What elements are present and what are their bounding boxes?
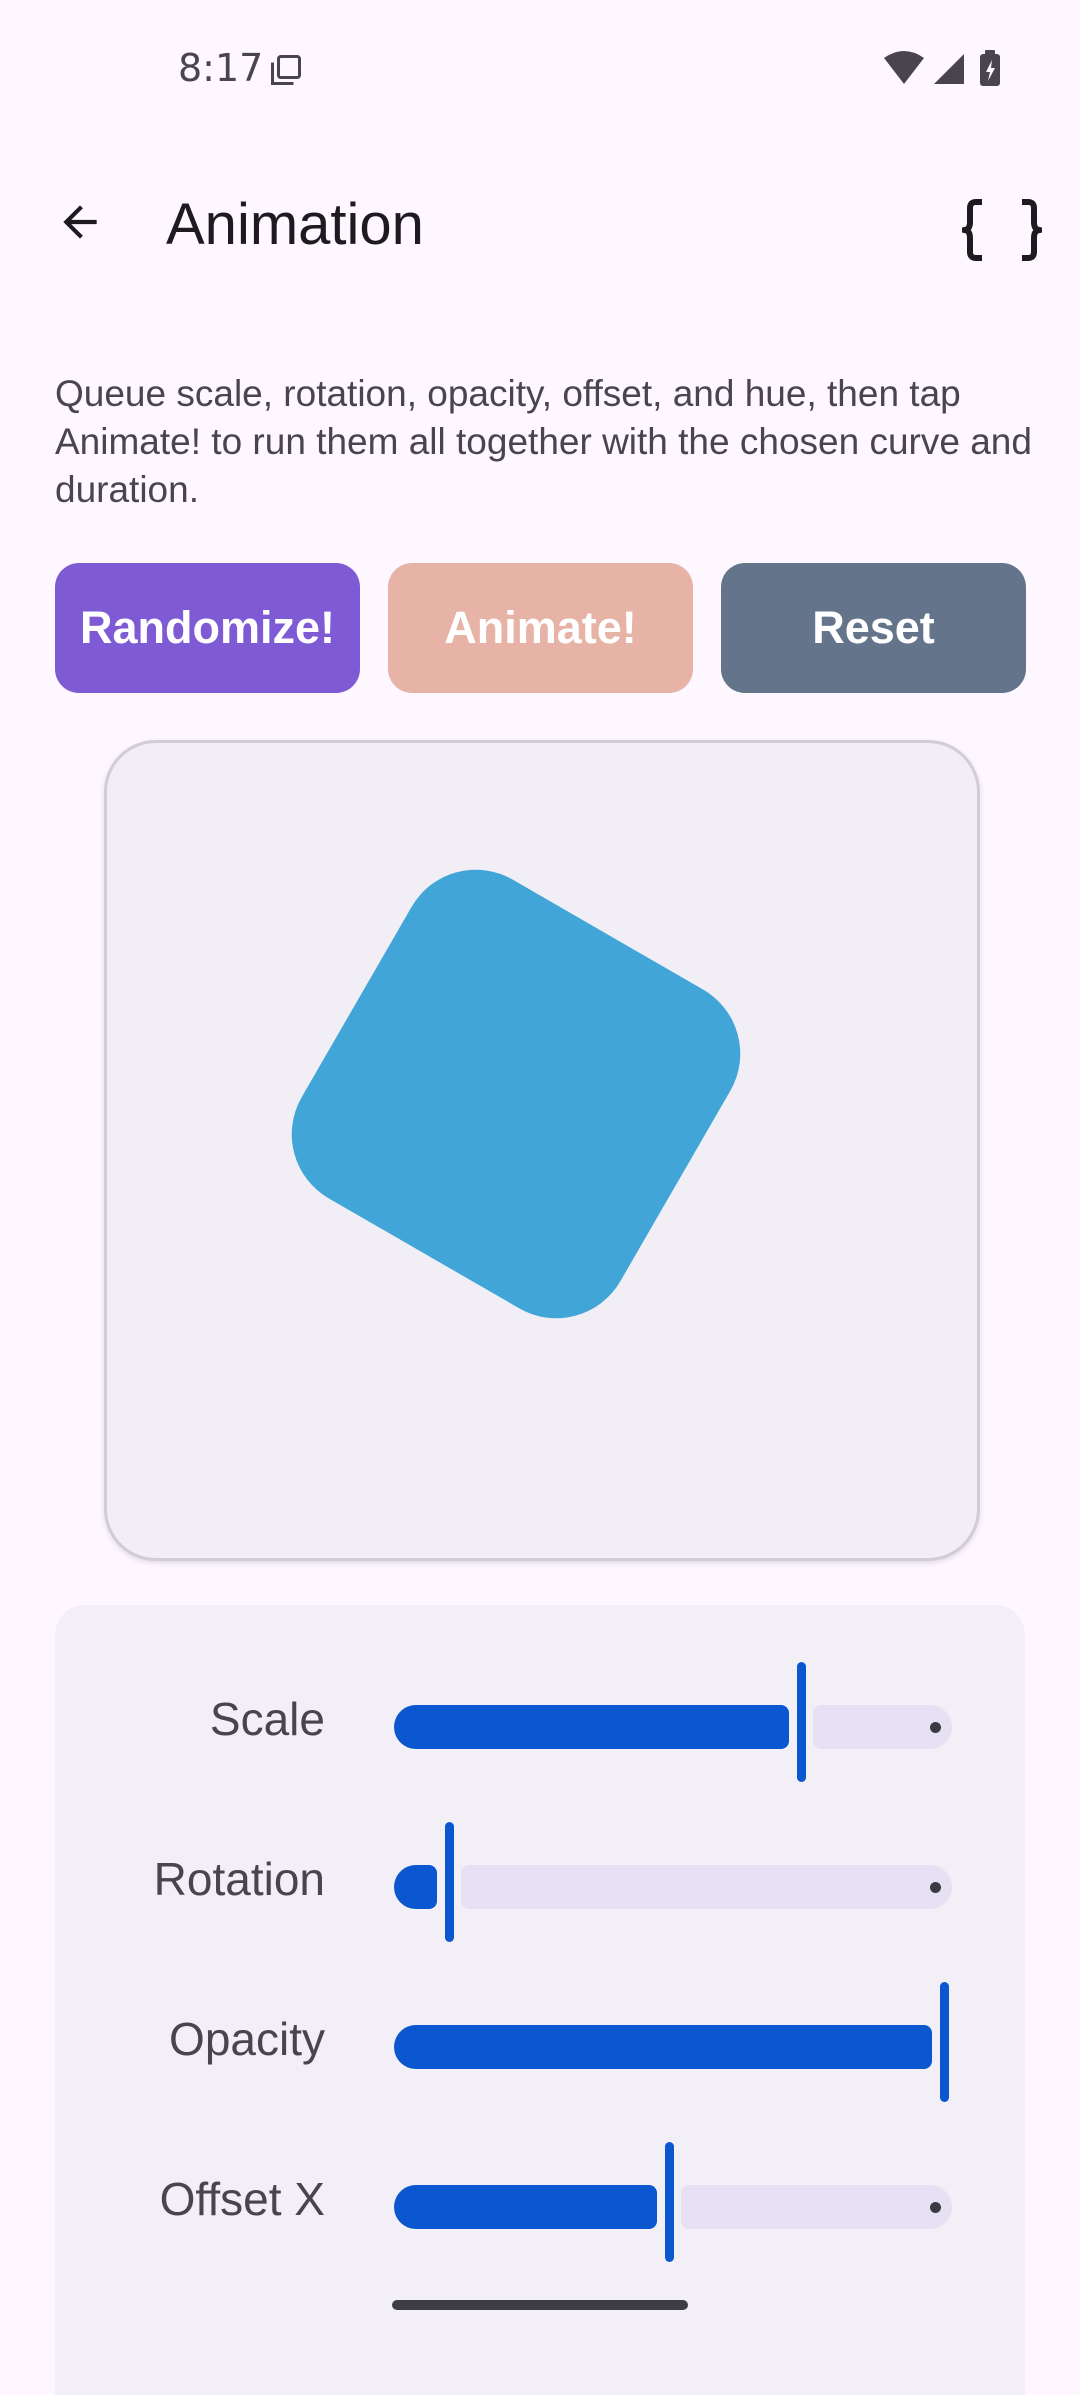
- slider-thumb[interactable]: [940, 1982, 949, 2102]
- battery-icon: [980, 50, 1000, 86]
- status-bar: 8:17: [0, 0, 1080, 140]
- slider-thumb[interactable]: [665, 2142, 674, 2262]
- animate-button[interactable]: Animate!: [388, 563, 693, 693]
- slider-label: Offset X: [159, 2173, 325, 2225]
- signal-icon: [934, 54, 964, 84]
- slider-inactive-track: [681, 2185, 952, 2229]
- slider-label: Scale: [209, 1693, 325, 1745]
- slider-row-opacity: Opacity: [55, 1982, 1025, 2102]
- slider-row-offset-x: Offset X: [55, 2142, 1025, 2262]
- slider-active-track: [394, 2025, 932, 2069]
- description-text: Queue scale, rotation, opacity, offset, …: [55, 373, 1032, 510]
- controls-panel: Scale Rotation Opacity Offset X: [55, 1605, 1025, 2395]
- animation-preview: [104, 740, 980, 1561]
- status-icons: [884, 50, 1000, 86]
- offset-x-slider[interactable]: [339, 2142, 1005, 2262]
- back-button[interactable]: [40, 182, 120, 262]
- screenshot-icon: [271, 55, 301, 85]
- slider-row-scale: Scale: [55, 1662, 1025, 1782]
- page-title: Animation: [166, 192, 424, 257]
- braces-icon: [962, 199, 1042, 261]
- slider-row-rotation: Rotation: [55, 1822, 1025, 1942]
- rotation-slider[interactable]: [339, 1822, 1005, 1942]
- opacity-slider[interactable]: [339, 1982, 1005, 2102]
- slider-inactive-track: [461, 1865, 952, 1909]
- slider-label: Rotation: [153, 1853, 325, 1905]
- slider-stop-indicator: [930, 1882, 941, 1893]
- action-button-row: Randomize! Animate! Reset: [55, 563, 1026, 693]
- wifi-icon: [884, 51, 924, 84]
- slider-stop-indicator: [930, 1722, 941, 1733]
- status-time: 8:17: [178, 46, 264, 90]
- randomize-button[interactable]: Randomize!: [55, 563, 360, 693]
- animated-shape: [264, 842, 768, 1346]
- slider-thumb[interactable]: [797, 1662, 806, 1782]
- slider-label: Opacity: [169, 2013, 325, 2065]
- top-app-bar: Animation: [0, 160, 1080, 290]
- slider-active-track: [394, 1865, 437, 1909]
- gesture-nav-handle[interactable]: [392, 2300, 688, 2310]
- view-code-button[interactable]: [954, 182, 1050, 278]
- slider-active-track: [394, 2185, 657, 2229]
- slider-thumb[interactable]: [445, 1822, 454, 1942]
- scale-slider[interactable]: [339, 1662, 1005, 1782]
- arrow-back-icon: [63, 205, 97, 239]
- slider-stop-indicator: [930, 2202, 941, 2213]
- slider-active-track: [394, 1705, 789, 1749]
- reset-button[interactable]: Reset: [721, 563, 1026, 693]
